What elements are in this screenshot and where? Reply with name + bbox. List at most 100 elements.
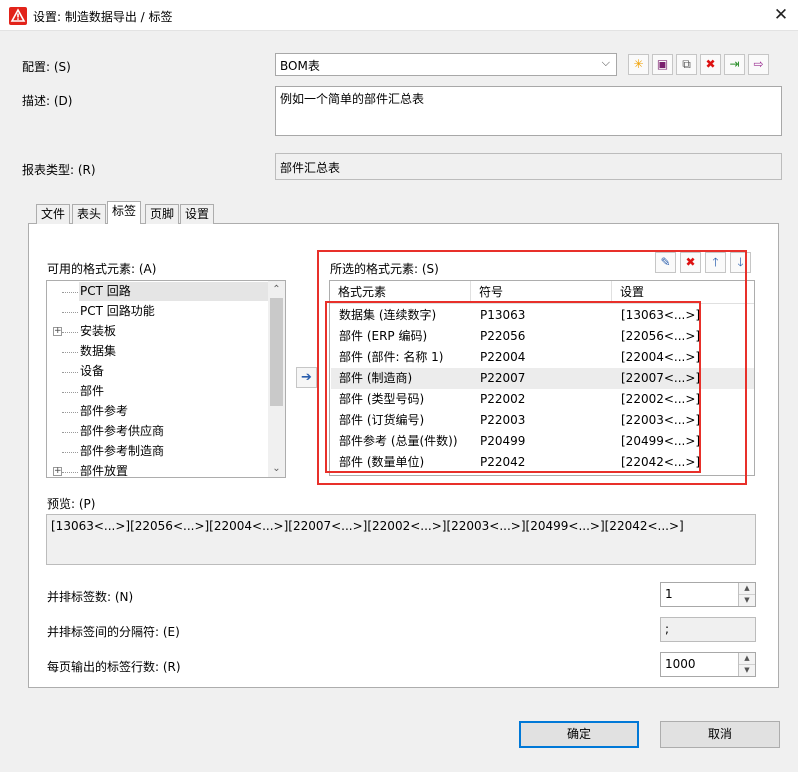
table-cell: [22003<...>]: [621, 413, 701, 427]
tree-item[interactable]: PCT 回路: [79, 282, 285, 301]
table-row[interactable]: 数据集 (连续数字) P13063 [13063<...>]: [331, 305, 754, 326]
expand-icon[interactable]: +: [53, 327, 62, 336]
separator-field: ;: [660, 617, 756, 642]
close-icon[interactable]: ✕: [768, 3, 794, 27]
available-tree[interactable]: PCT 回路 PCT 回路功能 + 安装板 数据集 设备 部件 部件参考 部件参考供应商 部件参考…: [46, 280, 286, 478]
table-cell: 部件 (类型号码): [339, 392, 425, 406]
delete-button[interactable]: ✖: [700, 54, 721, 75]
tree-connector: [62, 352, 78, 353]
labels-side-by-side-value: 1: [665, 587, 673, 601]
table-cell: 数据集 (连续数字): [339, 308, 437, 322]
separator-label: 并排标签间的分隔符: (E): [47, 625, 180, 639]
tab-4[interactable]: 页脚: [145, 204, 180, 224]
tree-item[interactable]: PCT 回路功能: [80, 302, 155, 321]
table-row[interactable]: 部件 (ERP 编码) P22056 [22056<...>]: [331, 326, 754, 347]
scroll-thumb[interactable]: [270, 298, 283, 406]
add-element-button[interactable]: ➔: [296, 367, 317, 388]
config-value: BOM表: [280, 59, 320, 73]
labels-side-by-side-stepper[interactable]: 1 ▲ ▼: [660, 582, 756, 607]
import-icon: ⇥: [729, 57, 740, 71]
expand-icon[interactable]: +: [53, 467, 62, 476]
remove-button[interactable]: ✖: [680, 252, 701, 273]
stepper-arrows[interactable]: ▲ ▼: [738, 653, 755, 676]
tree-item[interactable]: 数据集: [80, 342, 116, 361]
spin-up-icon[interactable]: ▲: [739, 583, 755, 595]
chevron-down-icon: ⌵: [601, 56, 610, 69]
tree-item[interactable]: 设备: [80, 362, 104, 381]
table-cell: P22056: [480, 329, 526, 343]
tree-connector: [62, 332, 78, 333]
tree-item[interactable]: 部件参考供应商: [80, 422, 164, 441]
table-row[interactable]: 部件 (部件: 名称 1) P22004 [22004<...>]: [331, 347, 754, 368]
config-select[interactable]: BOM表 ⌵: [275, 53, 617, 76]
table-cell: [20499<...>]: [621, 434, 701, 448]
tab-3[interactable]: 标签: [107, 201, 142, 224]
selected-table[interactable]: 格式元素 符号 设置 数据集 (连续数字) P13063 [13063<...>] 部件 …: [329, 280, 755, 476]
table-row[interactable]: 部件 (数量单位) P22042 [22042<...>]: [331, 452, 754, 473]
description-field[interactable]: 例如一个简单的部件汇总表: [275, 86, 782, 136]
tab-5[interactable]: 设置: [180, 204, 215, 224]
preview-field: [13063<...>][22056<...>][22004<...>][220…: [46, 514, 756, 565]
spin-up-icon[interactable]: ▲: [739, 653, 755, 665]
report-type-label: 报表类型: (R): [22, 163, 96, 177]
new-button[interactable]: ✳: [628, 54, 649, 75]
tree-connector: [62, 292, 78, 293]
tree-item[interactable]: 部件放置: [80, 462, 128, 477]
table-cell: P22007: [480, 371, 526, 385]
table-cell: P20499: [480, 434, 526, 448]
app-logo-icon: [9, 7, 27, 25]
table-row[interactable]: 部件参考 (总量(件数)) P20499 [20499<...>]: [331, 431, 754, 452]
copy-button[interactable]: ⧉: [676, 54, 697, 75]
table-cell: [13063<...>]: [621, 308, 701, 322]
rows-per-page-stepper[interactable]: 1000 ▲ ▼: [660, 652, 756, 677]
edit-icon: ✎: [660, 255, 671, 269]
export-button[interactable]: ⇨: [748, 54, 769, 75]
delete-icon: ✖: [705, 57, 716, 71]
column-header[interactable]: 设置: [612, 281, 754, 303]
import-button[interactable]: ⇥: [724, 54, 745, 75]
tab-2[interactable]: 表头: [72, 204, 107, 224]
tree-connector: [62, 432, 78, 433]
table-cell: 部件参考 (总量(件数)): [339, 434, 458, 448]
scroll-up-icon[interactable]: ⌃: [268, 281, 285, 298]
tree-item[interactable]: 部件参考: [80, 402, 128, 421]
cancel-button[interactable]: 取消: [660, 721, 780, 748]
table-row[interactable]: 部件 (类型号码) P22002 [22002<...>]: [331, 389, 754, 410]
report-type-field: 部件汇总表: [275, 153, 782, 180]
column-header[interactable]: 格式元素: [330, 281, 471, 303]
scroll-down-icon[interactable]: ⌄: [268, 460, 285, 477]
table-row[interactable]: 部件 (制造商) P22007 [22007<...>]: [331, 368, 754, 389]
config-label: 配置: (S): [22, 60, 71, 74]
available-scrollbar[interactable]: ⌃ ⌄: [268, 281, 285, 477]
stepper-arrows[interactable]: ▲ ▼: [738, 583, 755, 606]
move-up-button[interactable]: 🡑: [705, 252, 726, 273]
labels-side-by-side-label: 并排标签数: (N): [47, 590, 134, 604]
table-cell: 部件 (制造商): [339, 371, 413, 385]
move-up-icon: 🡑: [712, 255, 719, 269]
tab-1[interactable]: 文件: [36, 204, 71, 224]
tree-item[interactable]: 部件参考制造商: [80, 442, 164, 461]
table-cell: 部件 (订货编号): [339, 413, 425, 427]
save-button[interactable]: ▣: [652, 54, 673, 75]
available-label: 可用的格式元素: (A): [47, 262, 157, 276]
tree-connector: [62, 412, 78, 413]
tree-item[interactable]: 安装板: [80, 322, 116, 341]
move-down-icon: 🡓: [737, 255, 744, 269]
spin-down-icon[interactable]: ▼: [739, 595, 755, 607]
table-cell: 部件 (部件: 名称 1): [339, 350, 444, 364]
tree-connector: [62, 392, 78, 393]
column-header[interactable]: 符号: [471, 281, 612, 303]
table-row[interactable]: 部件 (订货编号) P22003 [22003<...>]: [331, 410, 754, 431]
edit-button[interactable]: ✎: [655, 252, 676, 273]
ok-button[interactable]: 确定: [519, 721, 639, 748]
description-label: 描述: (D): [22, 94, 73, 108]
spin-down-icon[interactable]: ▼: [739, 665, 755, 677]
copy-icon: ⧉: [682, 57, 691, 71]
move-down-button[interactable]: 🡓: [730, 252, 751, 273]
table-cell: P22002: [480, 392, 526, 406]
title-bar: 设置: 制造数据导出 / 标签 ✕: [0, 0, 798, 31]
table-cell: P13063: [480, 308, 526, 322]
remove-icon: ✖: [685, 255, 696, 269]
tree-item[interactable]: 部件: [80, 382, 104, 401]
table-cell: [22002<...>]: [621, 392, 701, 406]
